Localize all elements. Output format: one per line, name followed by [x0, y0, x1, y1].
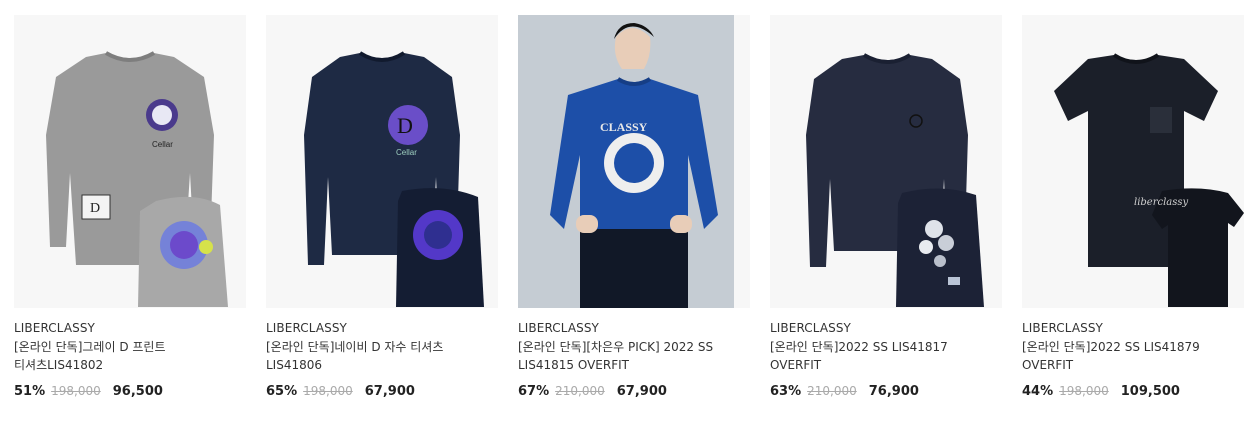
product-title[interactable]: [온라인 단독]그레이 D 프린트 티셔츠LIS41802	[14, 338, 240, 374]
original-price: 210,000	[555, 384, 605, 398]
gray-sweatshirt-image: Cellar D	[14, 15, 246, 308]
price-row: 67% 210,000 67,900	[518, 384, 667, 402]
price-row: 63% 210,000 76,900	[770, 384, 919, 402]
svg-text:Cellar: Cellar	[396, 148, 417, 157]
navy-sweatshirt-image: D Cellar	[266, 15, 498, 308]
svg-text:liberclassy: liberclassy	[1134, 197, 1189, 208]
original-price: 198,000	[1059, 384, 1109, 398]
svg-text:D: D	[90, 201, 100, 216]
sale-price: 67,900	[616, 384, 667, 399]
product-image[interactable]: CLASSY	[518, 15, 750, 308]
product-card[interactable]: CLASSY LIBERCLASSY [온라인 단독][차은우 PICK] 20…	[518, 15, 750, 415]
product-title[interactable]: [온라인 단독]네이비 D 자수 티셔츠 LIS41806	[266, 338, 492, 374]
discount-rate: 51%	[14, 384, 46, 399]
sale-price: 76,900	[868, 384, 919, 399]
original-price: 210,000	[807, 384, 857, 398]
product-card[interactable]: LIBERCLASSY [온라인 단독]2022 SS LIS41817 OVE…	[770, 15, 1002, 415]
product-image[interactable]: D Cellar	[266, 15, 498, 308]
brand-name[interactable]: LIBERCLASSY	[14, 321, 95, 335]
product-title[interactable]: [온라인 단독][차은우 PICK] 2022 SS LIS41815 OVER…	[518, 338, 744, 374]
product-title[interactable]: [온라인 단독]2022 SS LIS41879 OVERFIT	[1022, 338, 1244, 374]
product-card[interactable]: D Cellar LIBERCLASSY [온라인 단독]네이비 D 자수 티셔…	[266, 15, 498, 415]
price-row: 65% 198,000 67,900	[266, 384, 415, 402]
product-image[interactable]: liberclassy	[1022, 15, 1244, 308]
svg-text:D: D	[397, 113, 413, 138]
discount-rate: 67%	[518, 384, 550, 399]
product-card[interactable]: liberclassy LIBERCLASSY [온라인 단독]2022 SS …	[1022, 15, 1244, 415]
sale-price: 109,500	[1120, 384, 1180, 399]
model-blue-sweatshirt-image: CLASSY	[518, 15, 750, 308]
product-grid: Cellar D LIBERCLASSY [온라인 단독]그레이 D 프린트 티…	[0, 0, 1244, 434]
original-price: 198,000	[303, 384, 353, 398]
brand-name[interactable]: LIBERCLASSY	[266, 321, 347, 335]
product-title[interactable]: [온라인 단독]2022 SS LIS41817 OVERFIT	[770, 338, 996, 374]
product-image[interactable]: Cellar D	[14, 15, 246, 308]
brand-name[interactable]: LIBERCLASSY	[518, 321, 599, 335]
discount-rate: 44%	[1022, 384, 1054, 399]
navy-floral-sweatshirt-image	[770, 15, 1002, 308]
product-card[interactable]: Cellar D LIBERCLASSY [온라인 단독]그레이 D 프린트 티…	[14, 15, 246, 415]
svg-text:Cellar: Cellar	[152, 140, 173, 149]
discount-rate: 63%	[770, 384, 802, 399]
sale-price: 96,500	[112, 384, 163, 399]
brand-name[interactable]: LIBERCLASSY	[770, 321, 851, 335]
sale-price: 67,900	[364, 384, 415, 399]
svg-text:CLASSY: CLASSY	[600, 120, 648, 134]
product-image[interactable]	[770, 15, 1002, 308]
brand-name[interactable]: LIBERCLASSY	[1022, 321, 1103, 335]
price-row: 51% 198,000 96,500	[14, 384, 163, 402]
original-price: 198,000	[51, 384, 101, 398]
black-tshirt-image: liberclassy	[1022, 15, 1244, 308]
price-row: 44% 198,000 109,500	[1022, 384, 1180, 402]
discount-rate: 65%	[266, 384, 298, 399]
